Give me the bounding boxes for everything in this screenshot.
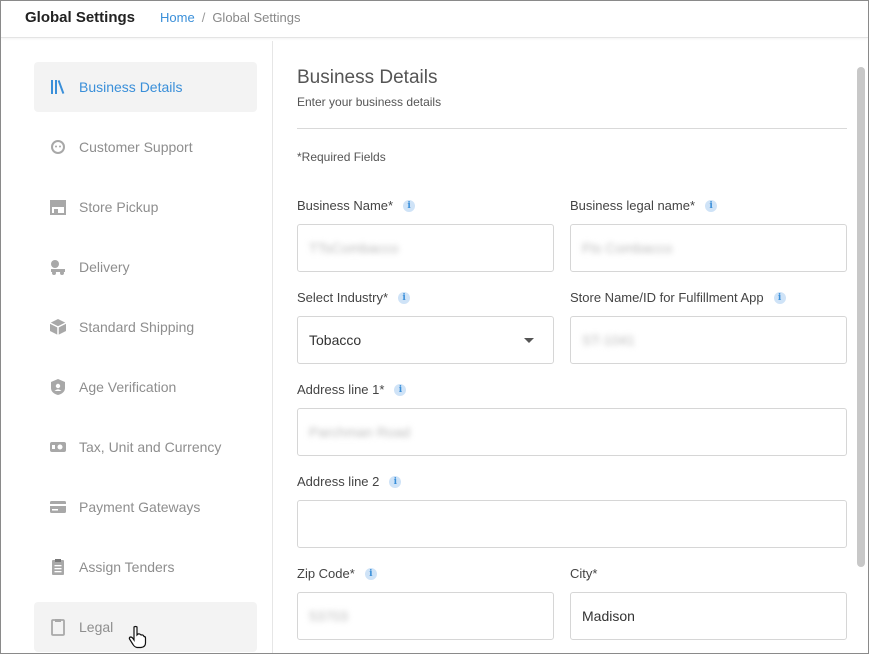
input-value: TTsCombacco (309, 240, 399, 256)
breadcrumb: Home / Global Settings (160, 10, 300, 25)
info-icon[interactable]: i (403, 199, 416, 212)
sidebar-item-label: Delivery (79, 259, 130, 275)
sidebar-item-age-verification[interactable]: Age Verification (34, 362, 257, 412)
city-label: City* (570, 566, 597, 581)
box-icon (49, 318, 67, 336)
sidebar-item-store-pickup[interactable]: Store Pickup (34, 182, 257, 232)
section-subtitle: Enter your business details (297, 95, 442, 109)
label-text: Zip Code* (297, 566, 355, 581)
info-icon[interactable]: i (394, 383, 407, 396)
info-icon[interactable]: i (364, 567, 377, 580)
industry-select[interactable]: Tobacco (297, 316, 554, 364)
sidebar-item-delivery[interactable]: Delivery (34, 242, 257, 292)
sidebar-item-label: Business Details (79, 79, 183, 95)
business-name-label: Business Name* i (297, 198, 416, 213)
breadcrumb-separator: / (201, 10, 206, 25)
breadcrumb-current: Global Settings (212, 10, 301, 25)
info-icon[interactable]: i (705, 199, 718, 212)
label-text: Select Industry* (297, 290, 389, 305)
hand-cursor-icon (128, 625, 147, 649)
section-title: Business Details (297, 67, 438, 88)
label-text: City* (570, 566, 598, 581)
breadcrumb-home-link[interactable]: Home (160, 10, 195, 25)
city-input[interactable]: Madison (570, 592, 847, 640)
info-icon[interactable]: i (773, 291, 786, 304)
store-id-input[interactable]: ST-1041 (570, 316, 847, 364)
industry-label: Select Industry* i (297, 290, 411, 305)
zip-code-label: Zip Code* i (297, 566, 377, 581)
label-text: Address line 1* (297, 382, 385, 397)
zip-code-input[interactable]: 53703 (297, 592, 554, 640)
input-value: Fts Combacco (582, 240, 673, 256)
clipboard-list-icon (49, 558, 67, 576)
cash-icon (49, 438, 67, 456)
store-icon (49, 198, 67, 216)
delivery-icon (49, 258, 67, 276)
input-value: 53703 (309, 608, 348, 624)
input-value: ST-1041 (582, 332, 635, 348)
scrollbar-thumb[interactable] (857, 67, 865, 567)
sidebar-item-assign-tenders[interactable]: Assign Tenders (34, 542, 257, 592)
sidebar-item-label: Standard Shipping (79, 319, 195, 335)
chevron-down-icon (524, 338, 534, 343)
label-text: Address line 2 (297, 474, 380, 489)
business-name-input[interactable]: TTsCombacco (297, 224, 554, 272)
label-text: Business Name* (297, 198, 394, 213)
sidebar-item-label: Store Pickup (79, 199, 159, 215)
top-header: Global Settings Home / Global Settings (1, 1, 868, 38)
sidebar-item-standard-shipping[interactable]: Standard Shipping (34, 302, 257, 352)
business-details-panel: Business Details Enter your business det… (273, 41, 856, 653)
input-value: Parchman Road (309, 424, 411, 440)
app-title: Global Settings (25, 9, 136, 26)
address-line1-input[interactable]: Parchman Road (297, 408, 847, 456)
support-icon (49, 138, 67, 156)
card-icon (49, 498, 67, 516)
label-text: Business legal name* (570, 198, 696, 213)
business-legal-name-input[interactable]: Fts Combacco (570, 224, 847, 272)
label-text: Store Name/ID for Fulfillment App (570, 290, 764, 305)
address-line2-input[interactable] (297, 500, 847, 548)
sidebar-item-label: Legal (79, 619, 114, 635)
sidebar-item-payment-gateways[interactable]: Payment Gateways (34, 482, 257, 532)
sidebar-item-customer-support[interactable]: Customer Support (34, 122, 257, 172)
select-value: Tobacco (309, 332, 362, 348)
user-shield-icon (49, 378, 67, 396)
sidebar-item-label: Age Verification (79, 379, 177, 395)
input-value: Madison (582, 608, 635, 624)
sidebar-item-tax-unit-currency[interactable]: Tax, Unit and Currency (34, 422, 257, 472)
section-divider (297, 128, 847, 129)
sidebar-item-label: Customer Support (79, 139, 193, 155)
sidebar-item-business-details[interactable]: Business Details (34, 62, 257, 112)
books-icon (49, 78, 67, 96)
store-id-label: Store Name/ID for Fulfillment App i (570, 290, 786, 305)
sidebar-item-label: Tax, Unit and Currency (79, 439, 222, 455)
address-line1-label: Address line 1* i (297, 382, 407, 397)
clipboard-icon (49, 618, 67, 636)
required-fields-note: *Required Fields (297, 150, 386, 164)
address-line2-label: Address line 2 i (297, 474, 402, 489)
sidebar-item-label: Payment Gateways (79, 499, 201, 515)
business-legal-name-label: Business legal name* i (570, 198, 718, 213)
info-icon[interactable]: i (389, 475, 402, 488)
sidebar-item-label: Assign Tenders (79, 559, 175, 575)
settings-sidebar: Business Details Customer Support Store … (18, 41, 273, 653)
info-icon[interactable]: i (398, 291, 411, 304)
app-window: Global Settings Home / Global Settings Bus… (0, 0, 869, 654)
